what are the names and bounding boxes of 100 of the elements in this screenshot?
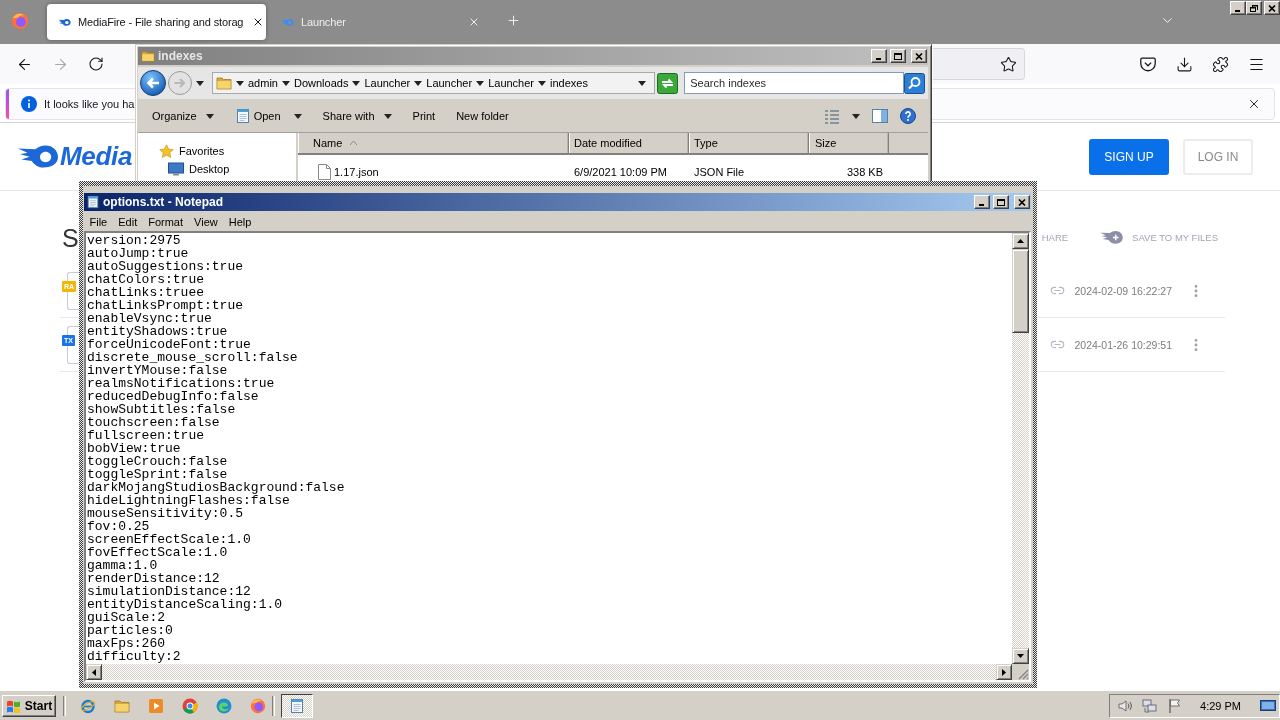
clock[interactable]: 4:29 PM bbox=[1200, 699, 1241, 712]
column-header[interactable]: Name bbox=[298, 133, 569, 153]
speaker-icon[interactable] bbox=[1117, 697, 1134, 714]
search-button[interactable] bbox=[904, 72, 925, 94]
breadcrumb-item[interactable]: Launcher bbox=[426, 77, 473, 89]
preview-pane-icon[interactable] bbox=[872, 108, 888, 124]
text-line: autoSuggestions:true bbox=[87, 260, 244, 273]
crumb-dropdown[interactable] bbox=[281, 80, 290, 86]
menu-item[interactable]: File bbox=[84, 213, 113, 230]
notepad-icon bbox=[86, 195, 100, 209]
pocket-icon bbox=[1139, 55, 1157, 73]
network-icon[interactable] bbox=[1142, 697, 1159, 714]
crumb-dropdown[interactable] bbox=[476, 80, 485, 86]
close-button[interactable] bbox=[911, 49, 927, 63]
download-icon bbox=[1175, 55, 1193, 73]
flame-favicon-icon bbox=[58, 17, 71, 27]
resize-grip-icon[interactable] bbox=[1017, 668, 1029, 680]
text-line: guiScale:2 bbox=[87, 611, 165, 624]
menu-item[interactable]: Edit bbox=[112, 213, 143, 230]
file-date: 2024-01-26 10:29:51 bbox=[1074, 338, 1172, 351]
table-cell-text: 6/9/2021 10:09 PM bbox=[573, 165, 668, 178]
crumb-dropdown[interactable] bbox=[352, 80, 361, 86]
text-line: screenEffectScale:1.0 bbox=[87, 533, 251, 546]
search-field[interactable]: Search indexes bbox=[684, 72, 904, 94]
text-line: realmsNotifications:true bbox=[87, 377, 275, 390]
scroll-up-button[interactable] bbox=[1012, 233, 1029, 249]
refresh-button[interactable] bbox=[657, 72, 679, 94]
triangle-up-icon bbox=[1017, 239, 1024, 243]
caret-icon bbox=[196, 80, 204, 86]
triangle-down-icon bbox=[1017, 654, 1024, 658]
caret-icon[interactable] bbox=[852, 113, 860, 119]
horizontal-scrollbar[interactable] bbox=[86, 664, 1012, 680]
text-line: fullscreen:true bbox=[87, 429, 205, 442]
log-in-button[interactable]: LOG IN bbox=[1183, 138, 1253, 175]
minimize-button[interactable] bbox=[871, 49, 887, 63]
close-button[interactable] bbox=[1014, 195, 1030, 209]
address-dropdown[interactable] bbox=[638, 80, 647, 86]
browser-tab[interactable]: MediaFire - File sharing and storag bbox=[47, 4, 266, 40]
text-line: particles:0 bbox=[87, 624, 173, 637]
notepad-task-button[interactable] bbox=[281, 693, 313, 718]
crumb-dropdown[interactable] bbox=[236, 80, 244, 86]
crumb-dropdown[interactable] bbox=[414, 80, 423, 86]
breadcrumb-item[interactable]: indexes bbox=[550, 77, 588, 89]
column-header[interactable]: Size bbox=[809, 133, 889, 153]
scrollbar-thumb[interactable] bbox=[1012, 249, 1029, 333]
toolbar-button[interactable]: Print bbox=[406, 104, 442, 128]
arrow-left-icon bbox=[140, 70, 166, 96]
text-line: fovEffectScale:1.0 bbox=[87, 546, 228, 559]
menu-item[interactable]: Format bbox=[142, 213, 189, 230]
text-line: forceUnicodeFont:true bbox=[87, 338, 251, 351]
vertical-scrollbar[interactable] bbox=[1012, 233, 1029, 664]
sign-up-button[interactable]: SIGN UP bbox=[1089, 138, 1169, 175]
restore-button[interactable] bbox=[1246, 1, 1262, 15]
menu-item[interactable]: View bbox=[188, 213, 224, 230]
toolbar-button[interactable]: New folder bbox=[450, 104, 515, 128]
column-header[interactable]: Date modified bbox=[569, 133, 689, 153]
scroll-right-button[interactable] bbox=[996, 664, 1012, 680]
breadcrumb-item[interactable]: admin bbox=[248, 77, 278, 89]
maximize-button[interactable] bbox=[890, 49, 906, 63]
restore-icon bbox=[1250, 4, 1258, 12]
toolbar-menu-button[interactable]: Share with bbox=[316, 104, 398, 128]
caret-icon bbox=[352, 80, 361, 86]
page-heading: S bbox=[62, 222, 79, 254]
nav-item[interactable]: Desktop bbox=[189, 163, 230, 175]
help-icon[interactable] bbox=[900, 108, 916, 124]
text-line: chatLinks:truee bbox=[87, 286, 205, 299]
back-button[interactable] bbox=[140, 70, 166, 96]
text-line: darkMojangStudiosBackground:false bbox=[87, 481, 345, 494]
minimize-button[interactable] bbox=[974, 195, 990, 209]
close-button[interactable] bbox=[1264, 1, 1280, 15]
scroll-left-button[interactable] bbox=[86, 664, 102, 680]
address-bar[interactable]: admin Downloads Launcher Launcher Launcher indexes bbox=[212, 72, 656, 94]
caret-icon bbox=[281, 80, 290, 86]
crumb-dropdown[interactable] bbox=[538, 80, 546, 86]
caret-icon bbox=[236, 80, 244, 86]
browser-logo-icon bbox=[11, 12, 29, 30]
menu-item[interactable]: Help bbox=[223, 213, 257, 230]
column-header[interactable]: Type bbox=[689, 133, 809, 153]
caret-icon bbox=[538, 80, 546, 86]
toolbar-menu-button[interactable]: Organize bbox=[146, 104, 220, 128]
open-button[interactable]: Open bbox=[228, 104, 308, 128]
breadcrumb-item[interactable]: Launcher bbox=[488, 77, 534, 89]
nav-item[interactable]: Favorites bbox=[179, 145, 225, 157]
file-date: 2024-02-09 16:22:27 bbox=[1074, 284, 1172, 297]
breadcrumb-item[interactable]: Launcher bbox=[364, 77, 411, 89]
file-name-cell[interactable]: 1.17.json bbox=[298, 163, 569, 180]
start-button[interactable]: Start bbox=[2, 694, 56, 717]
text-line: difficulty:2 bbox=[87, 650, 181, 663]
scroll-down-button[interactable] bbox=[1012, 648, 1029, 664]
minimize-button[interactable] bbox=[1230, 1, 1246, 15]
show-desktop-icon[interactable] bbox=[1260, 697, 1276, 714]
breadcrumb-item[interactable]: Downloads bbox=[293, 77, 349, 89]
new-tab-button[interactable] bbox=[506, 13, 521, 28]
close-icon bbox=[468, 16, 480, 28]
text-line: discrete_mouse_scroll:false bbox=[87, 351, 298, 364]
text-line: touchscreen:false bbox=[87, 416, 220, 429]
window-title: options.txt - Notepad bbox=[103, 195, 224, 209]
star-icon[interactable] bbox=[1000, 55, 1017, 73]
history-dropdown-button[interactable] bbox=[196, 80, 204, 86]
maximize-button[interactable] bbox=[993, 195, 1009, 209]
